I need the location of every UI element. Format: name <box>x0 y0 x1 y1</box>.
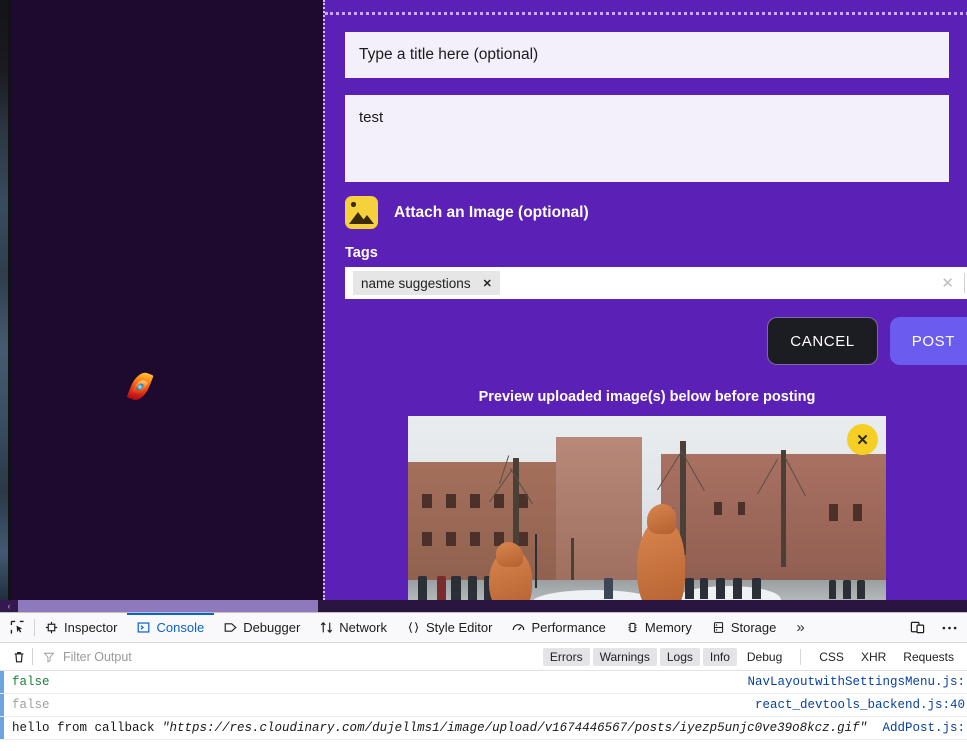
tag-chip-label: name suggestions <box>361 275 471 291</box>
image-preview: ✕ <box>408 416 886 600</box>
console-message-string: "https://res.cloudinary.com/dujellms1/im… <box>162 721 868 735</box>
tab-style-editor-label: Style Editor <box>425 620 493 635</box>
console-message: hello from callback "https://res.cloudin… <box>12 721 867 735</box>
page-left-edge-strip <box>0 0 8 600</box>
element-picker-icon[interactable] <box>0 613 34 643</box>
console-row[interactable]: hello from callback "https://res.cloudin… <box>0 717 967 740</box>
console-source-link[interactable]: AddPost.js: <box>882 721 967 735</box>
console-filter-bar: Errors Warnings Logs Info Debug CSS XHR … <box>0 643 967 671</box>
scroll-left-arrow-icon[interactable]: ‹ <box>0 600 18 612</box>
page-left-edge-shadow <box>8 0 12 600</box>
more-tabs-icon[interactable]: » <box>786 613 814 643</box>
filter-errors[interactable]: Errors <box>542 647 590 666</box>
network-icon <box>321 622 333 633</box>
tab-network[interactable]: Network <box>310 613 397 643</box>
add-post-modal: Attach an Image (optional) Tags name sug… <box>323 0 967 600</box>
clear-tags-icon[interactable]: ✕ <box>931 274 964 292</box>
cancel-button[interactable]: CANCEL <box>767 317 878 365</box>
storage-icon <box>713 622 723 633</box>
filter-output-input[interactable] <box>61 648 301 665</box>
console-message: false <box>12 698 50 712</box>
attach-image-row[interactable]: Attach an Image (optional) <box>345 196 967 229</box>
devtools-panel: Inspector Console Debugger Network Style… <box>0 612 967 751</box>
filters-divider <box>800 648 802 665</box>
tab-console[interactable]: Console <box>127 613 214 643</box>
filter-css[interactable]: CSS <box>812 648 851 666</box>
filterbar-divider <box>32 648 33 665</box>
tags-input-container[interactable]: name suggestions ✕ ✕ <box>345 267 967 299</box>
devtools-tabbar: Inspector Console Debugger Network Style… <box>0 613 967 643</box>
console-message: false <box>12 675 50 689</box>
tags-input[interactable] <box>499 270 932 296</box>
filter-warnings[interactable]: Warnings <box>592 647 657 666</box>
flame-spinner-icon <box>122 368 160 408</box>
tag-remove-icon[interactable]: ✕ <box>483 277 492 290</box>
filter-debug[interactable]: Debug <box>740 648 789 666</box>
debugger-icon <box>224 623 237 632</box>
filter-requests[interactable]: Requests <box>896 648 961 666</box>
inspector-icon <box>45 621 58 634</box>
image-icon[interactable] <box>345 196 378 229</box>
tab-style-editor[interactable]: Style Editor <box>397 613 502 643</box>
preview-caption: Preview uploaded image(s) below before p… <box>478 389 816 405</box>
scrollbar-thumb[interactable] <box>18 600 318 612</box>
responsive-design-mode-icon[interactable] <box>903 613 931 643</box>
tab-debugger-label: Debugger <box>243 620 301 635</box>
tab-storage-label: Storage <box>730 620 777 635</box>
post-button[interactable]: POST <box>889 317 967 365</box>
filter-logs[interactable]: Logs <box>659 647 700 666</box>
tags-separator <box>964 273 965 293</box>
memory-icon <box>628 622 637 633</box>
console-row[interactable]: false react_devtools_backend.js:40 <box>0 694 967 717</box>
tab-storage[interactable]: Storage <box>702 613 787 643</box>
tab-network-label: Network <box>339 620 387 635</box>
tag-chip[interactable]: name suggestions ✕ <box>353 271 500 295</box>
filter-icon <box>43 652 55 663</box>
filter-xhr[interactable]: XHR <box>854 648 893 666</box>
tab-debugger[interactable]: Debugger <box>214 613 310 643</box>
tab-performance[interactable]: Performance <box>502 613 615 643</box>
tab-inspector[interactable]: Inspector <box>35 613 127 643</box>
console-output: false NavLayoutwithSettingsMenu.js: fals… <box>0 671 967 740</box>
post-body-textarea[interactable] <box>345 95 949 182</box>
modal-top-dotted-border <box>325 12 967 15</box>
post-title-input[interactable] <box>345 32 949 78</box>
remove-preview-image-icon[interactable]: ✕ <box>847 424 878 455</box>
style-editor-icon <box>408 622 419 633</box>
page-horizontal-scrollbar[interactable]: ‹ <box>0 600 967 612</box>
preview-photo <box>408 416 886 600</box>
attach-image-label: Attach an Image (optional) <box>394 203 589 221</box>
tab-console-label: Console <box>156 620 205 635</box>
console-source-link[interactable]: NavLayoutwithSettingsMenu.js: <box>747 675 967 689</box>
tab-memory-label: Memory <box>644 620 692 635</box>
tab-memory[interactable]: Memory <box>616 613 702 643</box>
console-source-link[interactable]: react_devtools_backend.js:40 <box>755 698 967 712</box>
console-message-filters: Errors Warnings Logs Info Debug CSS XHR … <box>542 647 961 666</box>
scrollbar-track[interactable] <box>318 600 967 612</box>
tags-label: Tags <box>345 245 378 261</box>
console-icon <box>138 622 150 633</box>
more-options-icon[interactable] <box>935 613 963 643</box>
tab-performance-label: Performance <box>531 620 606 635</box>
tab-inspector-label: Inspector <box>64 620 118 635</box>
clear-console-icon[interactable] <box>6 650 32 664</box>
console-message-prefix: hello from callback <box>12 721 163 735</box>
modal-action-row: CANCEL POST <box>325 317 967 365</box>
app-root: ‹ Attach an Image (optional) Tags name s… <box>0 0 967 751</box>
filter-info[interactable]: Info <box>702 647 737 666</box>
performance-icon <box>513 624 525 631</box>
console-row[interactable]: false NavLayoutwithSettingsMenu.js: <box>0 671 967 694</box>
